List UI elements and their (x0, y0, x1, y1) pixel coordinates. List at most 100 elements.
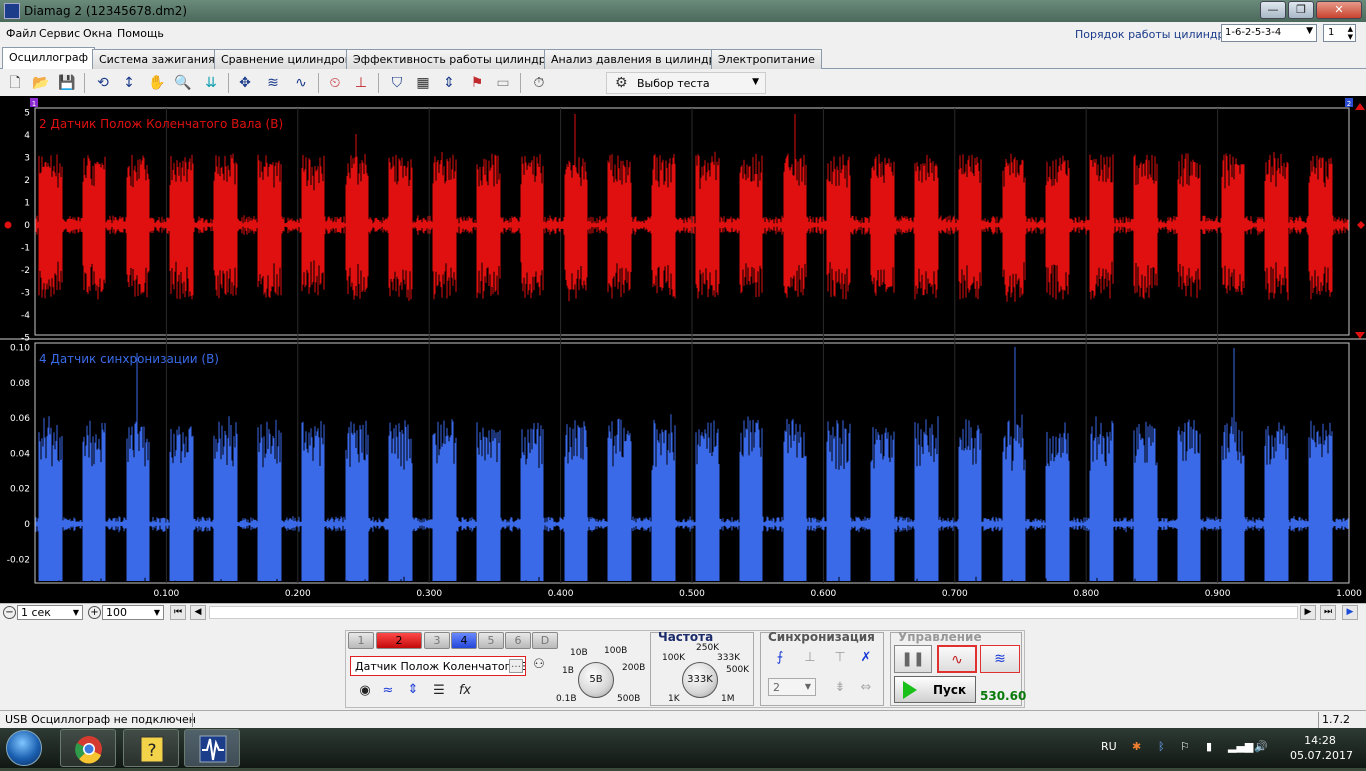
menu-windows[interactable]: Окна (83, 27, 112, 40)
tab-cylinder-compare[interactable]: Сравнение цилиндров (214, 49, 359, 69)
rising-edge-icon[interactable]: ⨍ (770, 650, 790, 665)
sync-off-icon[interactable]: ✗ (856, 650, 876, 665)
sync-level-icon[interactable]: ⇟ (830, 680, 850, 695)
pause-button[interactable]: ❚❚ (894, 645, 932, 673)
minimize-button[interactable]: — (1260, 1, 1286, 19)
vertical-measure-icon[interactable]: ↕ (118, 72, 140, 94)
freq-tick-500k: 500K (726, 665, 750, 675)
tab-cylinder-efficiency[interactable]: Эффективность работы цилиндров (346, 49, 566, 69)
pulse-down-icon[interactable]: ⊤ (830, 650, 850, 665)
filter-icon[interactable]: ⛉ (386, 72, 408, 94)
battery-icon[interactable]: ▮ (1206, 740, 1212, 753)
cursor-loop-icon[interactable]: ⟲ (92, 72, 114, 94)
save-icon[interactable]: 💾 (56, 72, 78, 94)
tab-ignition[interactable]: Система зажигания (92, 49, 222, 69)
channel-2-button[interactable]: 2 (376, 632, 422, 649)
more-icon[interactable]: … (509, 659, 523, 673)
pause-icon: ❚❚ (901, 651, 925, 667)
scope-markers[interactable]: 12 (30, 98, 1353, 108)
time-tick: 0.200 (285, 589, 311, 599)
test-select[interactable]: ⚙ Выбор теста ▼ (606, 72, 766, 94)
zoom-icon[interactable]: 🔍 (172, 72, 194, 94)
start-orb-icon[interactable] (6, 730, 42, 766)
menu-file[interactable]: Файл (6, 27, 36, 40)
expand-icon[interactable]: ✥ (234, 72, 256, 94)
wave-mode-icon[interactable]: ≈ (378, 683, 398, 698)
volume-icon[interactable]: 🔊 (1254, 740, 1268, 753)
sensor-name-field[interactable]: Датчик Полож Коленчатого Ва … (350, 656, 526, 676)
sync-position-icon[interactable]: ⇔ (856, 680, 876, 695)
voltage-tick-10v: 10В (570, 648, 588, 658)
grid-icon[interactable]: ▦ (412, 72, 434, 94)
channel-6-button[interactable]: 6 (505, 632, 531, 649)
taskbar-chrome[interactable] (60, 729, 116, 767)
pulse-up-icon[interactable]: ⊥ (800, 650, 820, 665)
menu-help[interactable]: Помощь (117, 27, 164, 40)
tab-pressure-analysis[interactable]: Анализ давления в цилиндре (544, 49, 730, 69)
scroll-left-icon[interactable]: ◀ (190, 605, 206, 620)
zoom-out-icon[interactable]: − (3, 606, 16, 619)
lines-icon[interactable]: ☰ (428, 683, 450, 698)
auto-trigger-icon[interactable]: ⏲ (324, 72, 346, 94)
time-tick: 0.100 (154, 589, 180, 599)
auto-timer-icon[interactable]: ⏱ (528, 72, 550, 94)
taskbar-help[interactable]: ? (123, 729, 179, 767)
clock[interactable]: 14:28 05.07.2017 (1290, 733, 1353, 763)
play-scroll-icon[interactable]: ▶ (1342, 605, 1358, 620)
gear-icon: ⚙ (615, 75, 628, 91)
open-folder-icon[interactable]: 📂 (30, 72, 52, 94)
time-tick: 0.600 (811, 589, 837, 599)
channel-d-button[interactable]: D (532, 632, 558, 649)
zoom-in-icon[interactable]: + (88, 606, 101, 619)
zoom-select[interactable]: 100 ▼ (102, 605, 164, 620)
bluetooth-icon[interactable]: ᛒ (1158, 740, 1165, 753)
function-icon[interactable]: fx (455, 683, 475, 698)
cylinder-order-label: Порядок работы цилиндров (1075, 28, 1238, 41)
continuous-wave-button[interactable]: ≋ (980, 645, 1020, 673)
zero-offset-icon[interactable]: ⊥ (350, 72, 372, 94)
waves-icon[interactable]: ≋ (262, 72, 284, 94)
new-file-icon[interactable]: 🗋 (4, 72, 26, 94)
frequency-knob[interactable]: 333K (682, 662, 718, 698)
toolbar-separator (318, 73, 319, 93)
scroll-first-icon[interactable]: ⏮ (170, 605, 186, 620)
language-indicator[interactable]: RU (1101, 740, 1117, 753)
network-icon[interactable]: ▂▄▆ (1228, 740, 1253, 753)
single-wave-button[interactable]: ∿ (937, 645, 977, 673)
eye-icon[interactable]: ◉ (356, 683, 374, 698)
clock-date: 05.07.2017 (1290, 749, 1353, 762)
oscilloscope-view[interactable]: 5 4 3 2 1 0 -1 -2 -3 -4 -5 0.10 0.08 0.06 0.04 0.02 0 -0… (0, 96, 1366, 603)
offset-icon[interactable]: ⇕ (403, 682, 423, 697)
tray-app-icon[interactable]: ✱ (1132, 740, 1141, 753)
cylinder-order-select[interactable]: 1-6-2-5-3-4 ▼ (1221, 24, 1317, 42)
hand-icon[interactable]: ✋ (146, 72, 168, 94)
sync-channel-select[interactable]: 2 ▼ (768, 678, 816, 696)
flag-icon[interactable]: ⚐ (1180, 740, 1190, 753)
oscilloscope-canvas: 5 4 3 2 1 0 -1 -2 -3 -4 -5 0.10 0.08 0.06 0.04 0.02 0 -0… (0, 98, 1366, 599)
scroll-last-icon[interactable]: ⏭ (1320, 605, 1336, 620)
restore-button[interactable]: ❐ (1288, 1, 1314, 19)
channel-4-button[interactable]: 4 (451, 632, 477, 649)
voltage-knob[interactable]: 5В (578, 662, 614, 698)
close-button[interactable]: ✕ (1316, 1, 1362, 19)
cylinder-count-spinner[interactable]: 1 ▲ ▼ (1323, 24, 1356, 42)
split-icon[interactable]: ⇕ (438, 72, 460, 94)
menu-service[interactable]: Сервис (39, 27, 80, 40)
taskbar-diamag[interactable] (184, 729, 240, 767)
timebase-select[interactable]: 1 сек ▼ (17, 605, 83, 620)
cylinder-order-value: 1-6-2-5-3-4 (1225, 27, 1282, 38)
horizontal-scrollbar[interactable] (209, 606, 1298, 619)
overlay-waves-icon[interactable]: ∿ (290, 72, 312, 94)
probe-icon[interactable]: ⚇ (530, 657, 548, 672)
channel-5-button[interactable]: 5 (478, 632, 504, 649)
clock-time: 14:28 (1304, 734, 1336, 747)
tab-power[interactable]: Электропитание (711, 49, 822, 69)
start-button[interactable]: Пуск (894, 676, 976, 703)
channel-1-button[interactable]: 1 (348, 632, 374, 649)
scroll-right-icon[interactable]: ▶ (1300, 605, 1316, 620)
tab-oscilloscope[interactable]: Осциллограф (2, 47, 96, 69)
document-icon[interactable]: ▭ (492, 72, 514, 94)
add-flag-icon[interactable]: ⚑ (466, 72, 488, 94)
channel-3-button[interactable]: 3 (424, 632, 450, 649)
fit-icon[interactable]: ⇊ (200, 72, 222, 94)
